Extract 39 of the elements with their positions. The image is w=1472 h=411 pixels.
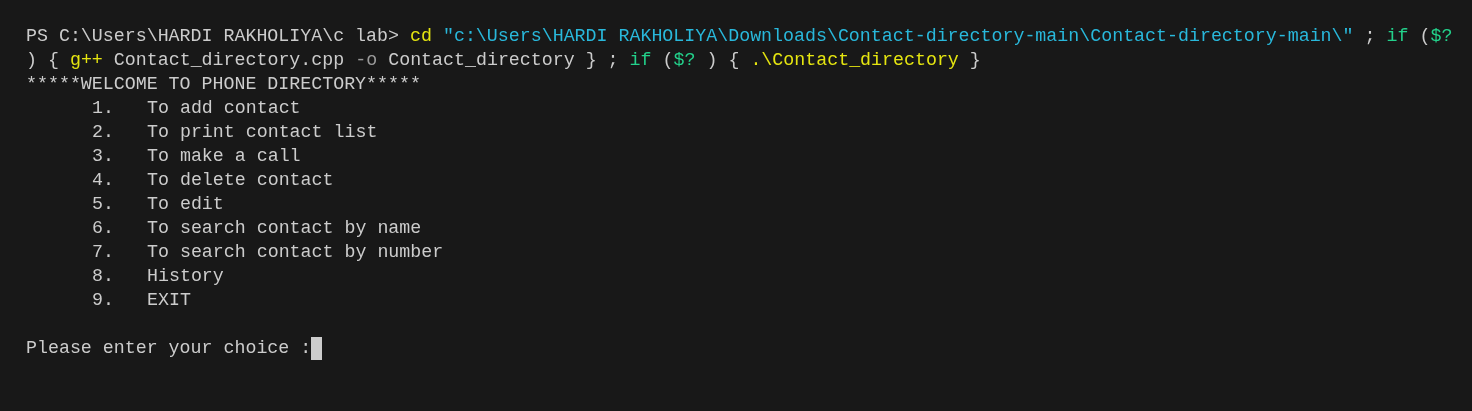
menu-option: To search contact by name xyxy=(147,216,422,240)
banner-text: *****WELCOME TO PHONE DIRECTORY***** xyxy=(26,73,421,96)
menu-number: 7. xyxy=(92,241,115,264)
command-token: -o xyxy=(355,49,378,72)
command-token: Contact_directory.cpp xyxy=(113,49,345,72)
command-token: ( xyxy=(662,49,674,72)
command-token: g++ xyxy=(69,49,103,72)
command-token: } xyxy=(969,49,981,72)
command-token: Contact_directory } ; xyxy=(388,49,619,72)
command-token: $? xyxy=(1430,25,1453,48)
text-cursor xyxy=(311,336,323,360)
menu-option: To make a call xyxy=(147,144,301,168)
menu-number: 1. xyxy=(92,97,115,120)
command-token: ; xyxy=(1364,25,1376,48)
command-token: ( xyxy=(1419,25,1431,48)
command-token: if xyxy=(629,49,652,72)
menu-number: 8. xyxy=(92,265,115,288)
command-token: ) { xyxy=(26,49,59,72)
command-token: .\Contact_directory xyxy=(750,49,959,72)
menu-option: History xyxy=(147,264,224,288)
menu-number: 5. xyxy=(92,193,115,216)
menu-number: 2. xyxy=(92,121,115,144)
menu-number: 9. xyxy=(92,289,115,312)
shell-prompt: PS C:\Users\HARDI RAKHOLIYA\c lab> xyxy=(26,25,399,48)
menu-option: To print contact list xyxy=(147,120,378,144)
menu-option: To delete contact xyxy=(147,168,334,192)
menu-number: 6. xyxy=(92,217,115,240)
menu-option: To add contact xyxy=(147,96,301,120)
menu-number: 3. xyxy=(92,145,115,168)
command-token: $? xyxy=(673,49,696,72)
menu-option: To search contact by number xyxy=(147,240,444,264)
command-token: ) { xyxy=(706,49,740,72)
input-prompt: Please enter your choice : xyxy=(26,337,312,360)
menu-option: EXIT xyxy=(147,288,191,312)
command-token: if xyxy=(1386,25,1409,48)
menu-number: 4. xyxy=(92,169,115,192)
command-token: "c:\Users\HARDI RAKHOLIYA\Downloads\Contact-directory-main\Contact-directory-main\" xyxy=(442,25,1354,48)
menu-option: To edit xyxy=(147,192,224,216)
command-token: cd xyxy=(410,25,432,48)
